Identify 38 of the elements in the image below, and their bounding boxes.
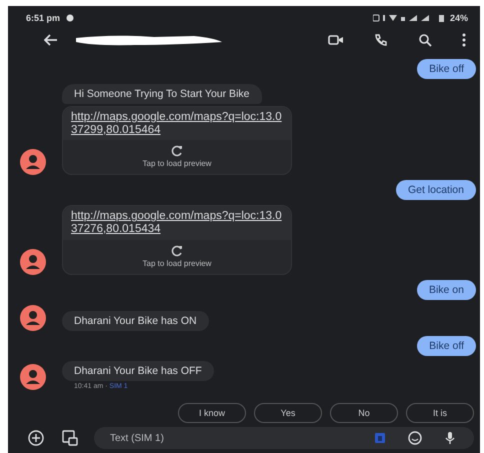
more-icon[interactable] xyxy=(462,33,466,47)
avatar-icon xyxy=(20,364,46,390)
link-preview-card[interactable]: http://maps.google.com/maps?q=loc:13.037299,80.015464 Tap to load preview xyxy=(62,106,292,176)
sent-message: Bike on xyxy=(416,280,476,300)
avatar-icon xyxy=(20,149,46,176)
preview-label: Tap to load preview xyxy=(142,159,212,168)
avatar-icon xyxy=(20,304,46,331)
reload-icon xyxy=(171,244,183,257)
sent-message: Get location xyxy=(396,180,476,200)
sent-message: Bike off xyxy=(417,336,476,356)
gallery-button[interactable] xyxy=(60,428,80,448)
received-message: Dharani Your Bike has ON xyxy=(62,310,209,331)
preview-label: Tap to load preview xyxy=(142,258,212,268)
battery-level: 24% xyxy=(450,13,468,23)
smart-reply-chip[interactable]: I know xyxy=(178,403,246,423)
video-call-button[interactable] xyxy=(326,32,346,48)
status-time: 6:51 pm xyxy=(26,13,60,23)
avatar-icon xyxy=(20,248,46,275)
emoji-icon[interactable] xyxy=(408,431,422,445)
search-button[interactable] xyxy=(416,31,434,49)
smart-reply-chip[interactable]: It is xyxy=(406,403,474,423)
sent-message: Bike off xyxy=(417,59,476,79)
reload-icon xyxy=(171,145,183,158)
smart-reply-chip[interactable]: Yes xyxy=(254,403,322,423)
smart-reply-chip[interactable]: No xyxy=(330,403,398,423)
map-link[interactable]: http://maps.google.com/maps?q=loc:13.037276,80.015434 xyxy=(63,206,291,240)
notification-icon xyxy=(66,14,74,22)
microphone-icon[interactable] xyxy=(444,431,456,445)
back-button[interactable] xyxy=(42,32,60,48)
more-button[interactable] xyxy=(460,31,468,49)
battery-icon xyxy=(438,14,444,22)
message-field[interactable]: Text (SIM 1) xyxy=(94,427,474,449)
add-button[interactable] xyxy=(26,428,46,448)
received-message: Hi Someone Trying To Start Your Bike xyxy=(62,84,262,104)
received-message: Dharani Your Bike has OFF xyxy=(62,360,214,381)
link-preview-card[interactable]: http://maps.google.com/maps?q=loc:13.037276,80.015434 Tap to load preview xyxy=(62,205,292,275)
map-link[interactable]: http://maps.google.com/maps?q=loc:13.037299,80.015464 xyxy=(63,107,291,140)
message-input[interactable]: Text (SIM 1) xyxy=(108,432,352,444)
